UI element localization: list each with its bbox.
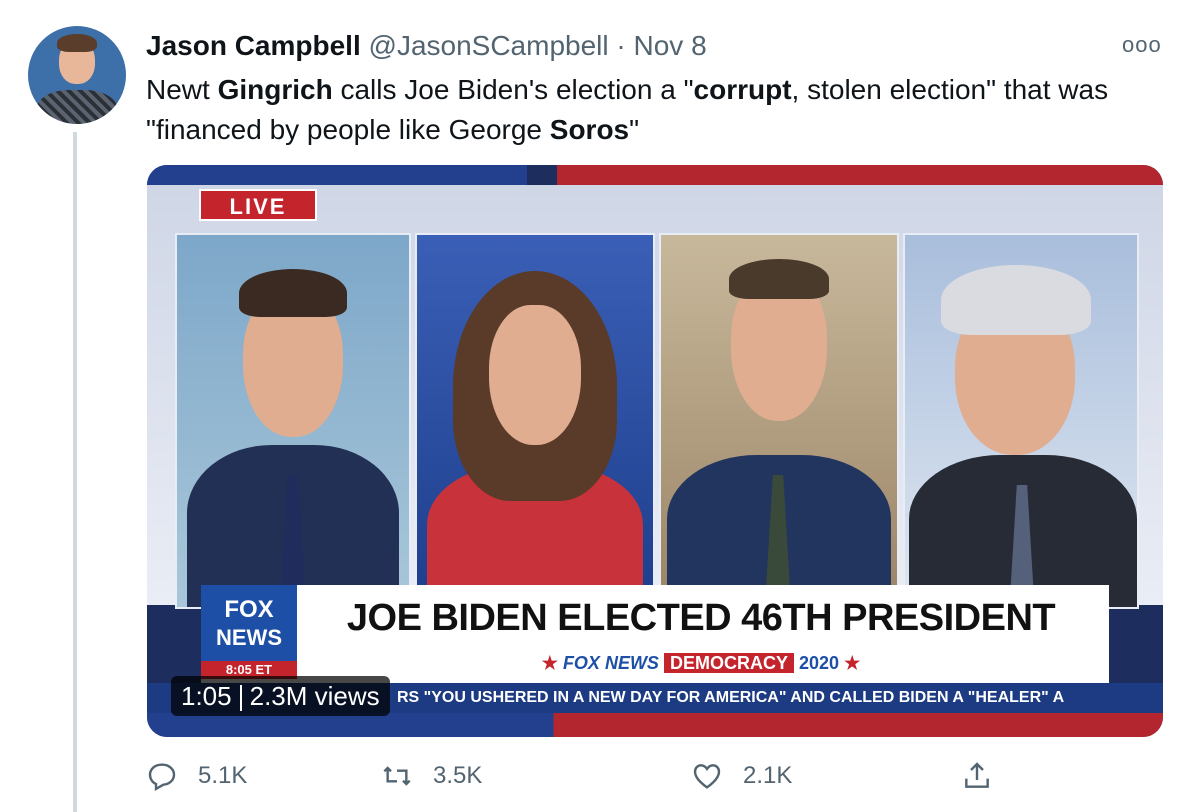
author-name[interactable]: Jason Campbell: [146, 30, 361, 61]
stripe-blue: [147, 165, 527, 185]
person-hair: [239, 269, 347, 317]
share-icon: [965, 762, 989, 788]
brand-democracy: DEMOCRACY: [663, 653, 794, 673]
tweet-text-part: calls Joe Biden's election a ": [332, 74, 694, 105]
panel-anchor-4: [903, 233, 1139, 609]
live-badge: LIVE: [199, 189, 317, 221]
like-button[interactable]: 2.1K: [691, 756, 792, 796]
video-player[interactable]: LIVE FOX NEWS 8:05 ET JOE BIDEN ELECTED …: [147, 165, 1163, 737]
avatar-shirt: [36, 90, 118, 124]
star-icon: ★: [844, 653, 861, 673]
logo-fox-text: FOX: [224, 596, 274, 623]
star-icon: ★: [541, 653, 558, 673]
badge-separator: [239, 685, 242, 712]
author-handle[interactable]: @JasonSCampbell: [369, 30, 609, 61]
bottom-stripes: [147, 713, 1163, 737]
brand-row: ★ FOX NEWS DEMOCRACY 2020 ★: [311, 653, 1091, 674]
panel-anchor-1: [175, 233, 411, 609]
video-duration: 1:05: [181, 681, 232, 711]
person-head: [489, 305, 581, 445]
avatar[interactable]: [28, 26, 126, 124]
tweet-text-part: ": [629, 114, 640, 145]
retweet-button[interactable]: 3.5K: [381, 756, 482, 796]
stripe-red: [557, 165, 1163, 185]
person-hair: [729, 259, 829, 299]
brand-name: FOX NEWS: [562, 653, 659, 673]
panel-anchor-2: [415, 233, 655, 609]
reply-button[interactable]: 5.1K: [146, 756, 247, 796]
tweet-text-bold: Soros: [549, 114, 630, 145]
share-button[interactable]: [961, 756, 1013, 796]
chyron-headline: JOE BIDEN ELECTED 46TH PRESIDENT: [346, 597, 1056, 639]
tweet-text-part: Newt: [146, 74, 218, 105]
view-count: 2.3M views: [249, 681, 380, 711]
tweet-actions: 5.1K 3.5K 2.1K: [146, 756, 1166, 796]
panel-anchor-3: [659, 233, 899, 609]
retweet-icon: [383, 766, 411, 786]
more-icon[interactable]: ooo: [1122, 32, 1162, 58]
tweet-date[interactable]: Nov 8: [634, 30, 707, 61]
tweet-text-bold: corrupt: [693, 74, 792, 105]
like-count: 2.1K: [743, 762, 793, 789]
reply-count: 5.1K: [198, 762, 248, 789]
person-hair: [941, 265, 1091, 335]
brand-year: 2020: [799, 653, 840, 673]
thread-line: [73, 132, 77, 812]
retweet-count: 3.5K: [433, 762, 483, 789]
tweet-header: Jason Campbell @JasonSCampbell · Nov 8: [146, 30, 707, 62]
lower-third: FOX NEWS 8:05 ET JOE BIDEN ELECTED 46TH …: [201, 585, 1109, 683]
reply-icon: [148, 763, 176, 792]
tweet-text-bold: Gingrich: [217, 74, 333, 105]
separator-dot: ·: [616, 30, 626, 61]
video-frame: [147, 185, 1163, 609]
like-icon: [693, 764, 721, 789]
ticker-text: RS "YOU USHERED IN A NEW DAY FOR AMERICA…: [397, 689, 1065, 706]
fox-news-logo: FOX NEWS 8:05 ET: [201, 585, 297, 679]
logo-news-text: NEWS: [216, 625, 282, 650]
video-stats-badge: 1:05 2.3M views: [171, 676, 390, 716]
avatar-hair: [57, 34, 97, 52]
tweet-text: Newt Gingrich calls Joe Biden's election…: [146, 70, 1166, 150]
